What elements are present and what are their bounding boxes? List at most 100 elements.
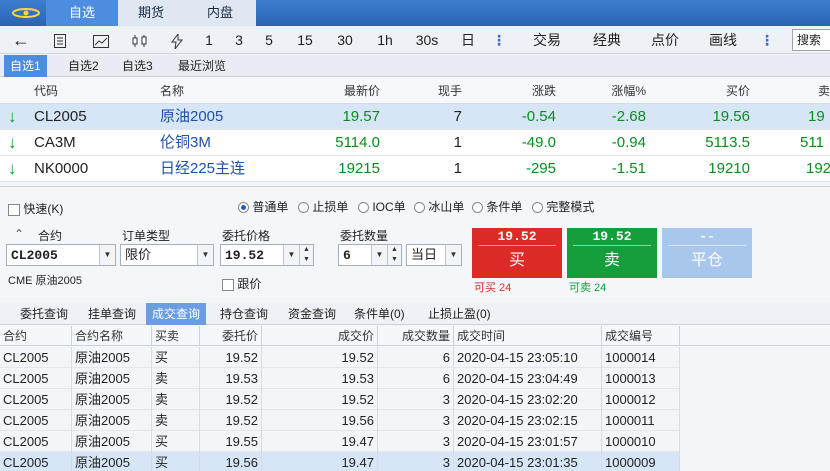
menu-classic[interactable]: 经典: [590, 26, 624, 54]
trade-fill-id: 1000013: [602, 368, 680, 389]
col-contract-name[interactable]: 合约名称: [72, 326, 152, 346]
period-1h[interactable]: 1h: [374, 26, 396, 54]
chevron-down-icon[interactable]: ▼: [371, 245, 387, 265]
trade-contract-name: 原油2005: [72, 431, 152, 452]
trade-fill-id: 1000014: [602, 347, 680, 368]
trade-fill-price: 19.47: [262, 431, 378, 452]
period-3min[interactable]: 3: [232, 26, 246, 54]
trade-order-price: 19.52: [200, 347, 262, 368]
tab-order-query[interactable]: 委托查询: [20, 303, 68, 325]
more-vertical-icon[interactable]: ⋮: [492, 26, 506, 54]
col-bid[interactable]: 买价: [700, 78, 750, 104]
trade-table-header: 合约 合约名称 买卖 委托价 成交价 成交数量 成交时间 成交编号: [0, 326, 830, 346]
table-row[interactable]: CL2005 原油2005 卖 19.52 19.52 3 2020-04-15 23:02…: [0, 389, 680, 410]
period-30min[interactable]: 30: [334, 26, 356, 54]
chevron-down-icon[interactable]: ▼: [197, 245, 213, 265]
menu-price-click[interactable]: 点价: [648, 26, 682, 54]
period-15min[interactable]: 15: [294, 26, 316, 54]
table-row[interactable]: CL2005 原油2005 卖 19.53 19.53 6 2020-04-15 23:04…: [0, 368, 680, 389]
tab-position-query[interactable]: 持仓查询: [220, 303, 268, 325]
price-stepper[interactable]: ▲ ▼: [299, 245, 313, 265]
col-contract[interactable]: 合约: [0, 326, 72, 346]
tab-funds-query[interactable]: 资金查询: [288, 303, 336, 325]
qty-input[interactable]: 6 ▼ ▲ ▼: [338, 244, 402, 266]
order-type-select[interactable]: 限价 ▼: [120, 244, 214, 266]
col-fill-id[interactable]: 成交编号: [602, 326, 680, 346]
watchlist-tabs: 自选1 自选2 自选3 最近浏览: [0, 55, 830, 77]
collapse-up-icon[interactable]: ⌃: [14, 227, 24, 241]
menu-draw-line[interactable]: 画线: [706, 26, 740, 54]
order-type-radio-ioc[interactable]: IOC单: [358, 198, 406, 215]
tab-watchlist[interactable]: 自选: [46, 0, 118, 26]
col-ask[interactable]: 卖: [818, 78, 830, 104]
table-row[interactable]: CL2005 原油2005 卖 19.52 19.56 3 2020-04-15 23:02…: [0, 410, 680, 431]
table-row[interactable]: CL2005 原油2005 买 19.52 19.52 6 2020-04-15 23:05…: [0, 347, 680, 368]
table-row[interactable]: CL2005 原油2005 买 19.56 19.47 3 2020-04-15 23:01…: [0, 452, 680, 471]
tab-futures[interactable]: 期货: [118, 0, 184, 26]
watchlist-tab-2[interactable]: 自选2: [62, 55, 105, 77]
qty-stepper[interactable]: ▲ ▼: [387, 245, 401, 265]
col-order-price[interactable]: 委托价: [200, 326, 262, 346]
close-position-button[interactable]: -- 平仓: [662, 228, 752, 278]
col-fill-price[interactable]: 成交价: [262, 326, 378, 346]
chevron-down-icon[interactable]: ▼: [99, 245, 115, 265]
quote-row[interactable]: ↓ CL2005 原油2005 19.57 7 -0.54 -2.68 19.5…: [0, 104, 830, 130]
col-hand[interactable]: 现手: [420, 78, 462, 104]
back-arrow-icon[interactable]: ←: [6, 26, 36, 54]
candlestick-icon[interactable]: [128, 26, 152, 54]
col-name[interactable]: 名称: [160, 78, 184, 104]
tab-conditional-orders[interactable]: 条件单(0): [354, 303, 405, 325]
trade-order-price: 19.55: [200, 431, 262, 452]
line-chart-icon[interactable]: [90, 26, 112, 54]
contract-select[interactable]: CL2005 ▼: [6, 244, 116, 266]
tab-trade-query[interactable]: 成交查询: [146, 303, 207, 325]
watchlist-tab-recent[interactable]: 最近浏览: [172, 55, 232, 77]
col-fill-time[interactable]: 成交时间: [454, 326, 602, 346]
period-1min[interactable]: 1: [202, 26, 216, 54]
order-type-radio-full[interactable]: 完整模式: [532, 198, 594, 215]
order-type-radio-stop[interactable]: 止损单: [298, 198, 348, 215]
tab-stop-orders[interactable]: 止损止盈(0): [428, 303, 491, 325]
more-vertical-icon[interactable]: ⋮: [760, 26, 774, 54]
sell-button[interactable]: 19.52 卖: [567, 228, 657, 278]
table-row[interactable]: CL2005 原油2005 买 19.55 19.47 3 2020-04-15 23:01…: [0, 431, 680, 452]
follow-price-checkbox[interactable]: 跟价: [222, 275, 261, 292]
watchlist-tab-1[interactable]: 自选1: [4, 55, 47, 77]
col-change[interactable]: 涨跌: [510, 78, 556, 104]
quote-pct: -0.94: [611, 134, 646, 151]
tab-domestic[interactable]: 内盘: [184, 0, 256, 26]
quote-change: -49.0: [521, 134, 556, 151]
buy-available: 可买 24: [474, 282, 512, 294]
chevron-down-icon[interactable]: ▼: [445, 245, 461, 265]
col-pct[interactable]: 涨幅%: [600, 78, 646, 104]
down-arrow-icon: ↓: [8, 107, 17, 126]
trade-fill-time: 2020-04-15 23:05:10: [454, 347, 602, 368]
col-side[interactable]: 买卖: [152, 326, 200, 346]
lightning-icon[interactable]: [166, 26, 188, 54]
quick-mode-checkbox[interactable]: 快速(K): [8, 200, 63, 217]
trade-fill-qty: 3: [378, 431, 454, 452]
tif-select[interactable]: 当日 ▼: [406, 244, 462, 266]
price-input[interactable]: 19.52 ▼ ▲ ▼: [220, 244, 314, 266]
order-type-radio-iceberg[interactable]: 冰山单: [414, 198, 464, 215]
menu-trade[interactable]: 交易: [530, 26, 564, 54]
period-30s[interactable]: 30s: [412, 26, 442, 54]
quote-row[interactable]: ↓ CA3M 伦铜3M 5114.0 1 -49.0 -0.94 5113.5 …: [0, 130, 830, 156]
trade-contract: CL2005: [0, 347, 72, 368]
period-5min[interactable]: 5: [262, 26, 276, 54]
search-button[interactable]: 搜索: [792, 29, 830, 51]
period-day[interactable]: 日: [458, 26, 478, 54]
col-fill-qty[interactable]: 成交数量: [378, 326, 454, 346]
order-type-radio-conditional[interactable]: 条件单: [472, 198, 522, 215]
chevron-down-icon[interactable]: ▼: [283, 245, 299, 265]
trading-window: 自选 期货 内盘 ← 1 3 5 15 30 1h 30s 日 ⋮ 交易 经典 …: [0, 0, 830, 471]
quote-row[interactable]: ↓ NK0000 日经225主连 19215 1 -295 -1.51 1921…: [0, 156, 830, 182]
buy-button[interactable]: 19.52 买: [472, 228, 562, 278]
order-type-radio-normal[interactable]: 普通单: [238, 198, 288, 215]
trade-fill-qty: 6: [378, 368, 454, 389]
list-view-icon[interactable]: [50, 26, 70, 54]
tab-pending-query[interactable]: 挂单查询: [88, 303, 136, 325]
col-code[interactable]: 代码: [34, 78, 58, 104]
watchlist-tab-3[interactable]: 自选3: [116, 55, 159, 77]
col-last[interactable]: 最新价: [330, 78, 380, 104]
